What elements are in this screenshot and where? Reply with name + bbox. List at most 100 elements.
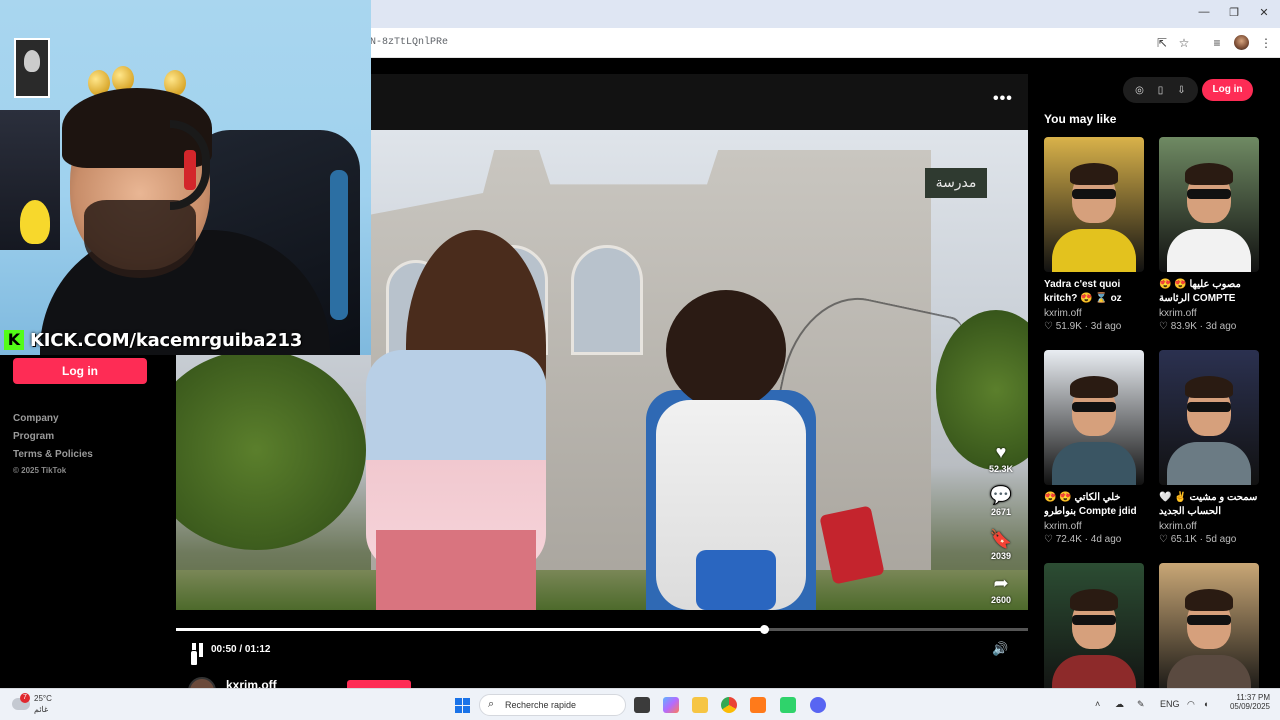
minimize-button[interactable]: —	[1197, 6, 1211, 18]
footer-link-terms[interactable]: Terms & Policies	[13, 449, 93, 460]
card-age: 4d ago	[1090, 534, 1122, 545]
comment-action[interactable]: 💬 2671	[988, 485, 1014, 517]
search-box[interactable]: ⌕ Recherche rapide	[479, 694, 626, 716]
tree	[176, 350, 366, 550]
chair-stripe	[330, 170, 348, 320]
time-display: 00:50 / 01:12	[211, 644, 271, 655]
arch-window	[571, 245, 643, 355]
login-button-top[interactable]: Log in	[1202, 79, 1253, 101]
recommendation-card[interactable]	[1044, 563, 1145, 698]
streamer-beard	[84, 200, 196, 278]
meta-separator: ·	[1081, 534, 1091, 545]
wifi-icon[interactable]: ◠	[1187, 699, 1195, 710]
video-thumbnail[interactable]	[1159, 350, 1259, 485]
weather-temperature[interactable]: 25°C	[34, 694, 52, 703]
card-age: 3d ago	[1090, 321, 1122, 332]
progress-bar[interactable]	[176, 625, 1028, 634]
card-likes: 83.9K	[1170, 321, 1197, 332]
comment-icon[interactable]: 💬	[988, 485, 1014, 505]
like-action[interactable]: ♥ 52.3K	[988, 442, 1014, 474]
card-username[interactable]: kxrim.off	[1044, 308, 1145, 319]
thumbnail-sunglasses	[1187, 189, 1231, 199]
clock-date: 05/09/2025	[1229, 702, 1270, 711]
author-name[interactable]: kxrim.off	[226, 678, 277, 688]
windows-start-icon[interactable]	[455, 698, 470, 713]
speaker-icon[interactable]: ◖	[1203, 699, 1208, 709]
browser-menu-icon[interactable]: ⋮	[1258, 35, 1274, 51]
card-username[interactable]: kxrim.off	[1159, 521, 1260, 532]
chrome-icon[interactable]	[721, 697, 737, 713]
card-meta: ♡ 51.9K · 3d ago	[1044, 321, 1145, 332]
clock[interactable]: 11:37 PM 05/09/2025	[1222, 693, 1270, 711]
card-title[interactable]: 😍 😍 مصوب عليها الرئاسة COMPTE JDID DYA..…	[1159, 278, 1260, 306]
card-title[interactable]: 🤍 ✌ سمحت و مشيت الحساب الجديد متنساش...	[1159, 491, 1260, 519]
kick-logo: K	[4, 330, 24, 350]
toolbar-pill: ◎ ▯ ⇩	[1123, 77, 1198, 103]
kick-banner: K KICK.COM/kacemrguiba213	[4, 326, 302, 354]
volume-icon[interactable]: 🔊	[992, 641, 1008, 657]
url-text[interactable]: N-8zTtLQnlPRe	[370, 37, 448, 48]
backpack-pocket	[696, 550, 776, 610]
share-icon[interactable]: ➦	[988, 573, 1014, 593]
author-avatar[interactable]	[188, 677, 216, 688]
save-action[interactable]: 🔖 2039	[988, 529, 1014, 561]
pen-icon[interactable]: ✎	[1137, 699, 1145, 710]
install-app-icon[interactable]: ⇱	[1154, 35, 1170, 51]
recommendation-card[interactable]	[1159, 563, 1260, 698]
file-explorer-icon[interactable]	[692, 697, 708, 713]
heart-outline-icon: ♡	[1044, 321, 1056, 332]
profile-avatar[interactable]	[1234, 35, 1249, 50]
footer-link-program[interactable]: Program	[13, 431, 54, 442]
download-icon[interactable]: ⇩	[1175, 85, 1189, 96]
card-meta: ♡ 65.1K · 5d ago	[1159, 534, 1260, 545]
follow-button[interactable]	[347, 680, 411, 688]
task-view-icon[interactable]	[634, 697, 650, 713]
login-button-left[interactable]: Log in	[13, 358, 147, 384]
bookmark-icon[interactable]: 🔖	[988, 529, 1014, 549]
video-thumbnail[interactable]	[1159, 137, 1259, 272]
language-indicator[interactable]: ENG	[1160, 699, 1180, 709]
recommendation-card[interactable]: 😍 😍 خلي الكاتي بنواطرو Compte jdid dyali…	[1044, 350, 1145, 545]
mouse-cursor	[190, 650, 198, 666]
tray-overflow-icon[interactable]: ˄	[1095, 699, 1100, 709]
card-likes: 65.1K	[1170, 534, 1197, 545]
card-username[interactable]: kxrim.off	[1044, 521, 1145, 532]
discord-icon[interactable]	[810, 697, 826, 713]
compass-icon[interactable]: ◎	[1133, 85, 1147, 96]
recommendation-card[interactable]: 🤍 ✌ سمحت و مشيت الحساب الجديد متنساش... k…	[1159, 350, 1260, 545]
card-title[interactable]: 😍 😍 خلي الكاتي بنواطرو Compte jdid dyali…	[1044, 491, 1145, 519]
more-options-icon[interactable]: •••	[993, 90, 1013, 108]
ground	[176, 570, 1028, 610]
heart-icon[interactable]: ♥	[988, 442, 1014, 462]
copilot-icon[interactable]	[663, 697, 679, 713]
progress-handle[interactable]	[759, 625, 769, 634]
app-icon[interactable]	[780, 697, 796, 713]
footer-link-company[interactable]: Company	[13, 413, 59, 424]
media-controls-icon[interactable]: ≡	[1209, 35, 1225, 51]
heart-outline-icon: ♡	[1159, 321, 1171, 332]
recommendation-card[interactable]: 😍 😍 مصوب عليها الرئاسة COMPTE JDID DYA..…	[1159, 137, 1260, 332]
webcam-overlay: K KICK.COM/kacemrguiba213	[0, 0, 371, 355]
network-icon[interactable]: ☁	[1115, 699, 1124, 710]
recommendation-card[interactable]: Yadra c'est quoi kritch? 😍 ⌛ oz kxrim.off…	[1044, 137, 1145, 332]
phone-icon[interactable]: ▯	[1154, 85, 1168, 96]
video-thumbnail[interactable]	[1044, 350, 1144, 485]
app-icon[interactable]	[750, 697, 766, 713]
video-thumbnail[interactable]	[1159, 563, 1259, 698]
restore-button[interactable]: ❐	[1227, 6, 1241, 19]
wall-poster	[14, 38, 50, 98]
card-username[interactable]: kxrim.off	[1159, 308, 1260, 319]
video-thumbnail[interactable]	[1044, 137, 1144, 272]
card-likes: 51.9K	[1055, 321, 1082, 332]
thumbnail-hair	[1070, 376, 1118, 398]
thumbnail-figure	[1052, 442, 1136, 485]
card-meta: ♡ 83.9K · 3d ago	[1159, 321, 1260, 332]
bookmark-star-icon[interactable]: ☆	[1176, 35, 1192, 51]
search-placeholder: Recherche rapide	[505, 700, 577, 710]
share-action[interactable]: ➦ 2600	[988, 573, 1014, 605]
video-thumbnail[interactable]	[1044, 563, 1144, 698]
card-title[interactable]: Yadra c'est quoi kritch? 😍 ⌛ oz	[1044, 278, 1145, 306]
card-age: 5d ago	[1205, 534, 1237, 545]
close-window-button[interactable]: ✕	[1257, 6, 1271, 19]
like-count: 52.3K	[988, 464, 1014, 474]
